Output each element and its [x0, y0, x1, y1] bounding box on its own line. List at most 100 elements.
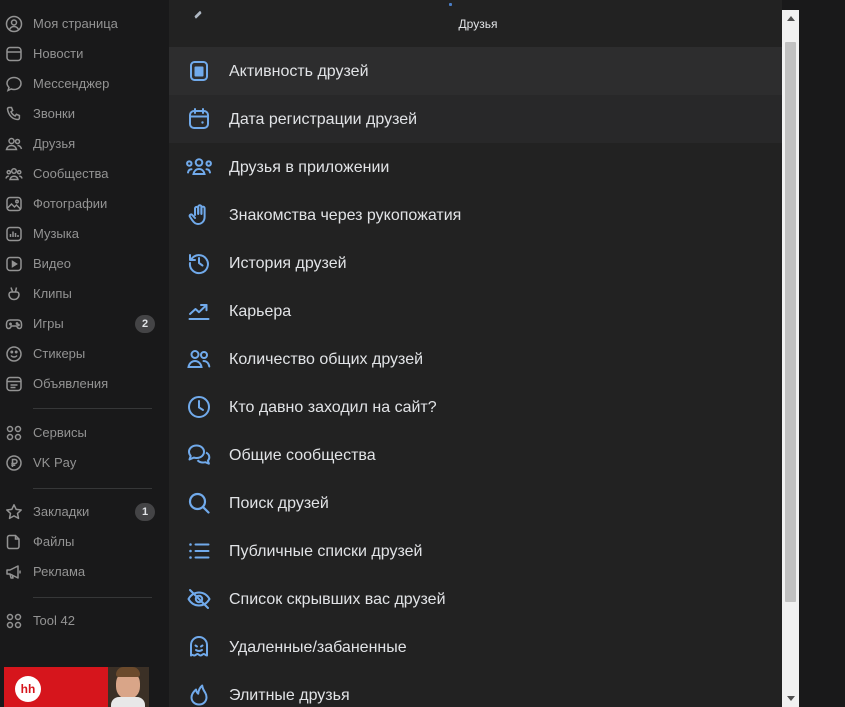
left-sidebar: Моя страница Новости Мессенджер Звонки Д…	[0, 0, 168, 707]
menu-item-registration-date[interactable]: Дата регистрации друзей	[169, 95, 782, 143]
sidebar-item-label: Звонки	[33, 106, 75, 121]
video-icon	[5, 255, 23, 273]
menu-item-career[interactable]: Карьера	[169, 287, 782, 335]
sidebar-item-services[interactable]: Сервисы	[0, 418, 168, 448]
promo-banner[interactable]: hh	[4, 667, 149, 707]
flame-icon	[186, 682, 212, 707]
music-icon	[5, 225, 23, 243]
sidebar-item-label: Файлы	[33, 534, 75, 549]
menu-item-label: Дата регистрации друзей	[229, 111, 418, 128]
sidebar-item-music[interactable]: Музыка	[0, 219, 168, 249]
hidden-eye-icon	[186, 586, 212, 612]
menu-item-label: Удаленные/забаненные	[229, 639, 407, 656]
newsfeed-icon	[5, 45, 23, 63]
sidebar-item-label: Музыка	[33, 226, 79, 241]
sidebar-item-vk-pay[interactable]: VK Pay	[0, 448, 168, 478]
sidebar-item-advertising[interactable]: Реклама	[0, 557, 168, 587]
sidebar-item-label: VK Pay	[33, 455, 77, 470]
menu-item-public-lists[interactable]: Публичные списки друзей	[169, 527, 782, 575]
panel-header: Друзья	[169, 0, 782, 46]
menu-item-mutual-friends-count[interactable]: Количество общих друзей	[169, 335, 782, 383]
sidebar-divider	[33, 597, 152, 598]
menu-item-label: Друзья в приложении	[229, 159, 390, 176]
menu-item-label: Количество общих друзей	[229, 351, 424, 368]
menu-item-label: Элитные друзья	[229, 687, 350, 704]
scroll-down-button[interactable]	[782, 690, 799, 707]
sidebar-item-label: Клипы	[33, 286, 72, 301]
clock-icon	[186, 394, 212, 420]
sidebar-item-news[interactable]: Новости	[0, 39, 168, 69]
menu-item-friends-history[interactable]: История друзей	[169, 239, 782, 287]
app-grid-icon	[5, 612, 23, 630]
sidebar-item-label: Моя страница	[33, 16, 118, 31]
menu-item-label: Общие сообщества	[229, 447, 376, 464]
sidebar-item-label: Игры	[33, 316, 64, 331]
smile-icon	[5, 345, 23, 363]
sidebar-item-label: Видео	[33, 256, 71, 271]
megaphone-icon	[5, 563, 23, 581]
ghost-icon	[186, 634, 212, 660]
sidebar-item-files[interactable]: Файлы	[0, 527, 168, 557]
sidebar-item-label: Tool 42	[33, 613, 75, 628]
page-title: Друзья	[458, 17, 498, 31]
sidebar-item-label: Объявления	[33, 376, 109, 391]
mutual-friends-icon	[186, 346, 212, 372]
search-icon	[186, 490, 212, 516]
star-icon	[5, 503, 23, 521]
menu-item-friends-activity[interactable]: Активность друзей	[169, 47, 782, 95]
menu-item-label: Поиск друзей	[229, 495, 329, 512]
sidebar-item-label: Закладки	[33, 504, 90, 519]
sidebar-divider	[33, 408, 152, 409]
sidebar-divider	[33, 488, 152, 489]
menu-item-deleted-banned[interactable]: Удаленные/забаненные	[169, 623, 782, 671]
sidebar-item-photos[interactable]: Фотографии	[0, 189, 168, 219]
phone-icon	[5, 105, 23, 123]
gamepad-icon	[5, 315, 23, 333]
hand-icon	[186, 202, 212, 228]
message-icon	[5, 75, 23, 93]
header-marker	[449, 3, 452, 6]
menu-item-hidden-friends[interactable]: Список скрывших вас друзей	[169, 575, 782, 623]
menu-item-common-communities[interactable]: Общие сообщества	[169, 431, 782, 479]
sidebar-item-label: Стикеры	[33, 346, 86, 361]
ruble-icon	[5, 454, 23, 472]
menu-item-label: История друзей	[229, 255, 347, 272]
sidebar-item-my-page[interactable]: Моя страница	[0, 9, 168, 39]
menu-item-label: Кто давно заходил на сайт?	[229, 399, 437, 416]
sidebar-item-friends[interactable]: Друзья	[0, 129, 168, 159]
sidebar-item-label: Реклама	[33, 564, 86, 579]
sidebar-item-communities[interactable]: Сообщества	[0, 159, 168, 189]
sidebar-item-classifieds[interactable]: Объявления	[0, 369, 168, 399]
sidebar-item-label: Новости	[33, 46, 84, 61]
menu-item-last-seen[interactable]: Кто давно заходил на сайт?	[169, 383, 782, 431]
menu-item-friends-in-app[interactable]: Друзья в приложении	[169, 143, 782, 191]
sidebar-item-messenger[interactable]: Мессенджер	[0, 69, 168, 99]
sidebar-item-clips[interactable]: Клипы	[0, 279, 168, 309]
sidebar-item-bookmarks[interactable]: Закладки 1	[0, 497, 168, 527]
sidebar-item-stickers[interactable]: Стикеры	[0, 339, 168, 369]
file-icon	[5, 533, 23, 551]
bookmarks-count-badge: 1	[135, 503, 155, 521]
menu-item-handshakes[interactable]: Знакомства через рукопожатия	[169, 191, 782, 239]
photo-icon	[5, 195, 23, 213]
scroll-thumb[interactable]	[785, 42, 796, 602]
sidebar-item-tool-42[interactable]: Tool 42	[0, 606, 168, 636]
promo-person-photo	[108, 667, 149, 707]
scroll-up-button[interactable]	[782, 10, 799, 27]
games-count-badge: 2	[135, 315, 155, 333]
trending-icon	[186, 298, 212, 324]
clips-icon	[5, 285, 23, 303]
user-circle-icon	[5, 15, 23, 33]
history-icon	[186, 250, 212, 276]
sidebar-item-games[interactable]: Игры 2	[0, 309, 168, 339]
panel-scrollbar[interactable]	[782, 10, 799, 707]
ads-board-icon	[5, 375, 23, 393]
menu-item-elite-friends[interactable]: Элитные друзья	[169, 671, 782, 707]
menu-item-label: Знакомства через рукопожатия	[229, 207, 462, 224]
friends-tools-panel: Друзья Активность друзей Дата регистраци…	[169, 0, 782, 707]
friends-icon	[5, 135, 23, 153]
sidebar-item-calls[interactable]: Звонки	[0, 99, 168, 129]
menu-item-friend-search[interactable]: Поиск друзей	[169, 479, 782, 527]
sidebar-item-video[interactable]: Видео	[0, 249, 168, 279]
arrow-up-icon	[786, 16, 795, 21]
